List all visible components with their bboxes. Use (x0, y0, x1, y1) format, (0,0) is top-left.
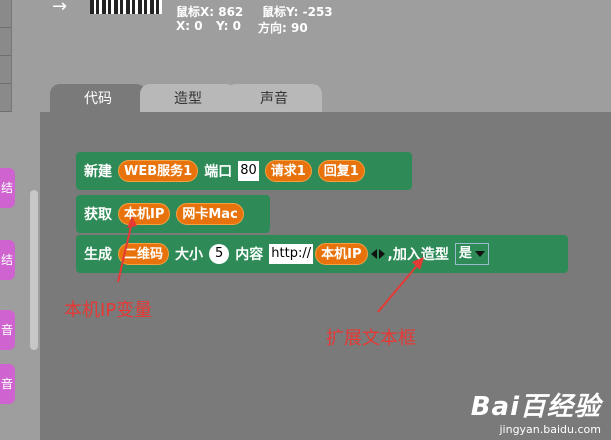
ip-variable-annotation: 本机IP变量 (64, 300, 153, 321)
baidu-logo: Bai百经验 (470, 392, 601, 422)
tab-costume[interactable]: 造型 (140, 84, 236, 112)
category-button-4[interactable]: 音 (0, 364, 15, 404)
mouse-y-readout: 鼠标Y: -253 (262, 5, 333, 19)
category-button-3[interactable]: 音 (0, 310, 15, 350)
ip-annotation-arrow (117, 221, 133, 283)
category-strip: 结 结 音 音 (0, 0, 40, 440)
palette-scrollbar[interactable] (30, 190, 38, 350)
direction-readout: 方向: 90 (258, 21, 308, 35)
sprite-grid (0, 0, 12, 112)
ip-arrow-head (127, 216, 137, 228)
sprite-info-panel: → 鼠标X: 862 鼠标Y: -253 X: 0 Y: 0 方向: 90 代码… (40, 0, 611, 112)
tab-sound[interactable]: 声音 (226, 84, 322, 112)
category-button-2[interactable]: 结 (0, 240, 15, 280)
x-readout: X: 0 (176, 19, 203, 33)
expand-textbox-annotation: 扩展文本框 (326, 328, 416, 349)
y-readout: Y: 0 (216, 19, 241, 33)
watermark-url: jingyan.baidu.com (499, 423, 601, 436)
baidu-watermark: Bai百经验 jingyan.baidu.com (471, 386, 601, 436)
qrcode-icon (90, 0, 162, 14)
expand-annotation-arrow (377, 261, 421, 313)
arrow-right-icon[interactable]: → (52, 0, 67, 17)
mouse-x-readout: 鼠标X: 862 (176, 5, 244, 19)
tab-code[interactable]: 代码 (50, 84, 146, 112)
category-button-1[interactable]: 结 (0, 168, 15, 208)
